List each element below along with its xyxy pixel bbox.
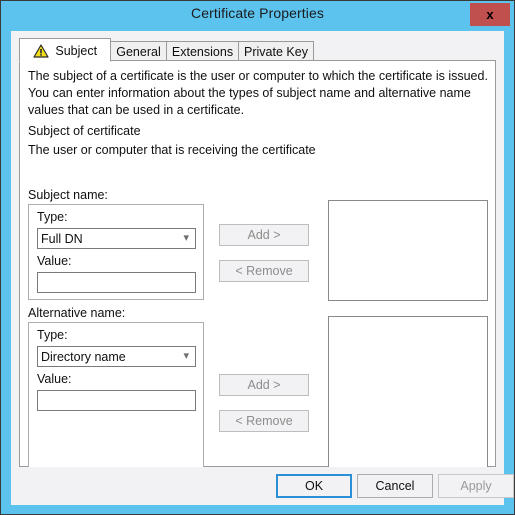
alternative-type-label: Type: [37, 328, 68, 342]
alternative-type-combo-wrap: Directory name ▾ [37, 346, 196, 367]
close-icon[interactable]: x [470, 3, 510, 26]
alternative-add-button[interactable]: Add > [219, 374, 309, 396]
tab-private-key-label: Private Key [244, 44, 308, 59]
warning-triangle-icon [33, 43, 49, 58]
tab-extensions[interactable]: Extensions [166, 41, 239, 61]
tab-subject[interactable]: Subject [19, 38, 111, 62]
subject-name-group-label: Subject name: [28, 188, 108, 202]
tab-extensions-label: Extensions [171, 44, 234, 59]
ok-button[interactable]: OK [276, 474, 352, 498]
subject-type-select[interactable]: Full DN [37, 228, 196, 249]
alternative-name-listbox[interactable] [328, 316, 488, 484]
subject-type-combo-wrap: Full DN ▾ [37, 228, 196, 249]
alternative-value-label: Value: [37, 372, 72, 386]
dialog-footer: OK Cancel Apply [11, 467, 514, 505]
title-bar: Certificate Properties x [1, 1, 514, 29]
dialog-client-area: Subject General Extensions Private Key T… [11, 31, 514, 505]
tab-general[interactable]: General [110, 41, 167, 61]
section-title: Subject of certificate [28, 124, 141, 138]
subject-value-input[interactable] [37, 272, 196, 293]
subject-tab-panel: The subject of a certificate is the user… [19, 60, 496, 484]
cancel-button[interactable]: Cancel [357, 474, 433, 498]
alternative-type-select[interactable]: Directory name [37, 346, 196, 367]
tab-private-key[interactable]: Private Key [238, 41, 314, 61]
subject-type-label: Type: [37, 210, 68, 224]
certificate-properties-dialog: Certificate Properties x Subject General [0, 0, 515, 515]
section-text: The user or computer that is receiving t… [28, 143, 316, 157]
window-title: Certificate Properties [191, 5, 324, 21]
tab-subject-label: Subject [55, 43, 98, 58]
apply-button[interactable]: Apply [438, 474, 514, 498]
subject-remove-button[interactable]: < Remove [219, 260, 309, 282]
tab-strip: Subject General Extensions Private Key [19, 38, 496, 62]
alternative-remove-button[interactable]: < Remove [219, 410, 309, 432]
alternative-value-input[interactable] [37, 390, 196, 411]
alternative-name-group-label: Alternative name: [28, 306, 126, 320]
subject-name-listbox[interactable] [328, 200, 488, 301]
subject-add-button[interactable]: Add > [219, 224, 309, 246]
panel-description: The subject of a certificate is the user… [28, 69, 488, 117]
subject-value-label: Value: [37, 254, 72, 268]
tab-general-label: General [116, 44, 161, 59]
